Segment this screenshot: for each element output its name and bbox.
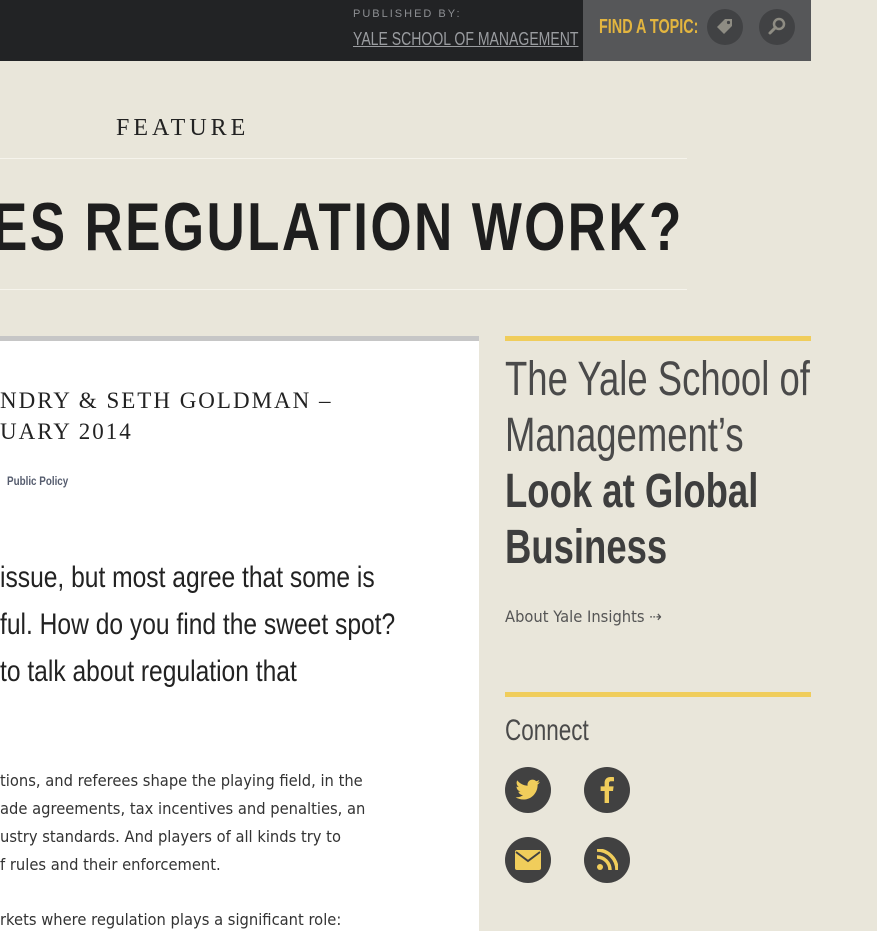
publisher-link[interactable]: YALE SCHOOL OF MANAGEMENT bbox=[353, 29, 578, 50]
lede-line: issue, but most agree that some is bbox=[0, 561, 375, 594]
facebook-button[interactable] bbox=[584, 767, 630, 813]
about-yale-insights-link[interactable]: About Yale Insights ⇢ bbox=[505, 607, 662, 626]
divider bbox=[0, 289, 687, 290]
article-lede: issue, but most agree that some is ful. … bbox=[0, 554, 395, 695]
published-by-label: PUBLISHED BY: bbox=[353, 8, 462, 20]
topic-tag-link[interactable]: Public Policy bbox=[7, 474, 68, 488]
find-topic-label: FIND A TOPIC: bbox=[599, 16, 699, 38]
divider bbox=[0, 158, 687, 159]
article-body-paragraph-2: rkets where regulation plays a significa… bbox=[0, 910, 342, 929]
email-button[interactable] bbox=[505, 837, 551, 883]
body-line: ustry standards. And players of all kind… bbox=[0, 827, 341, 846]
body-line: ade agreements, tax incentives and penal… bbox=[0, 799, 366, 818]
byline-date: UARY 2014 bbox=[0, 419, 133, 444]
body-line: f rules and their enforcement. bbox=[0, 855, 221, 874]
sidebar-accent-rule bbox=[505, 336, 811, 341]
sidebar-title-line: The Yale School of bbox=[505, 353, 810, 406]
connect-heading: Connect bbox=[505, 714, 589, 747]
sidebar-accent-rule bbox=[505, 692, 811, 697]
sidebar-title-strong: Look at Global bbox=[505, 465, 759, 518]
article-body: tions, and referees shape the playing fi… bbox=[0, 767, 365, 879]
sidebar-title-line: Management’s bbox=[505, 409, 744, 462]
find-topic-bar: FIND A TOPIC: bbox=[583, 0, 811, 61]
tag-icon bbox=[717, 19, 732, 34]
email-icon bbox=[515, 850, 541, 870]
facebook-icon bbox=[600, 777, 614, 803]
sidebar-title: The Yale School of Management’s Look at … bbox=[505, 352, 810, 576]
search-icon bbox=[768, 17, 786, 35]
lede-line: ful. How do you find the sweet spot? bbox=[0, 608, 396, 641]
twitter-icon bbox=[515, 779, 540, 800]
byline: NDRY & SETH GOLDMAN – UARY 2014 bbox=[0, 385, 333, 447]
article-headline: ES REGULATION WORK? bbox=[0, 189, 684, 265]
search-button[interactable] bbox=[759, 9, 795, 45]
byline-authors: NDRY & SETH GOLDMAN – bbox=[0, 388, 333, 413]
rss-icon bbox=[596, 849, 618, 871]
twitter-button[interactable] bbox=[505, 767, 551, 813]
sidebar-title-strong: Business bbox=[505, 521, 668, 574]
body-line: tions, and referees shape the playing fi… bbox=[0, 771, 363, 790]
top-bar: PUBLISHED BY: YALE SCHOOL OF MANAGEMENT bbox=[0, 0, 583, 61]
topic-tag-button[interactable] bbox=[707, 9, 743, 45]
section-label: FEATURE bbox=[116, 115, 250, 141]
lede-line: to talk about regulation that bbox=[0, 655, 297, 688]
rss-button[interactable] bbox=[584, 837, 630, 883]
